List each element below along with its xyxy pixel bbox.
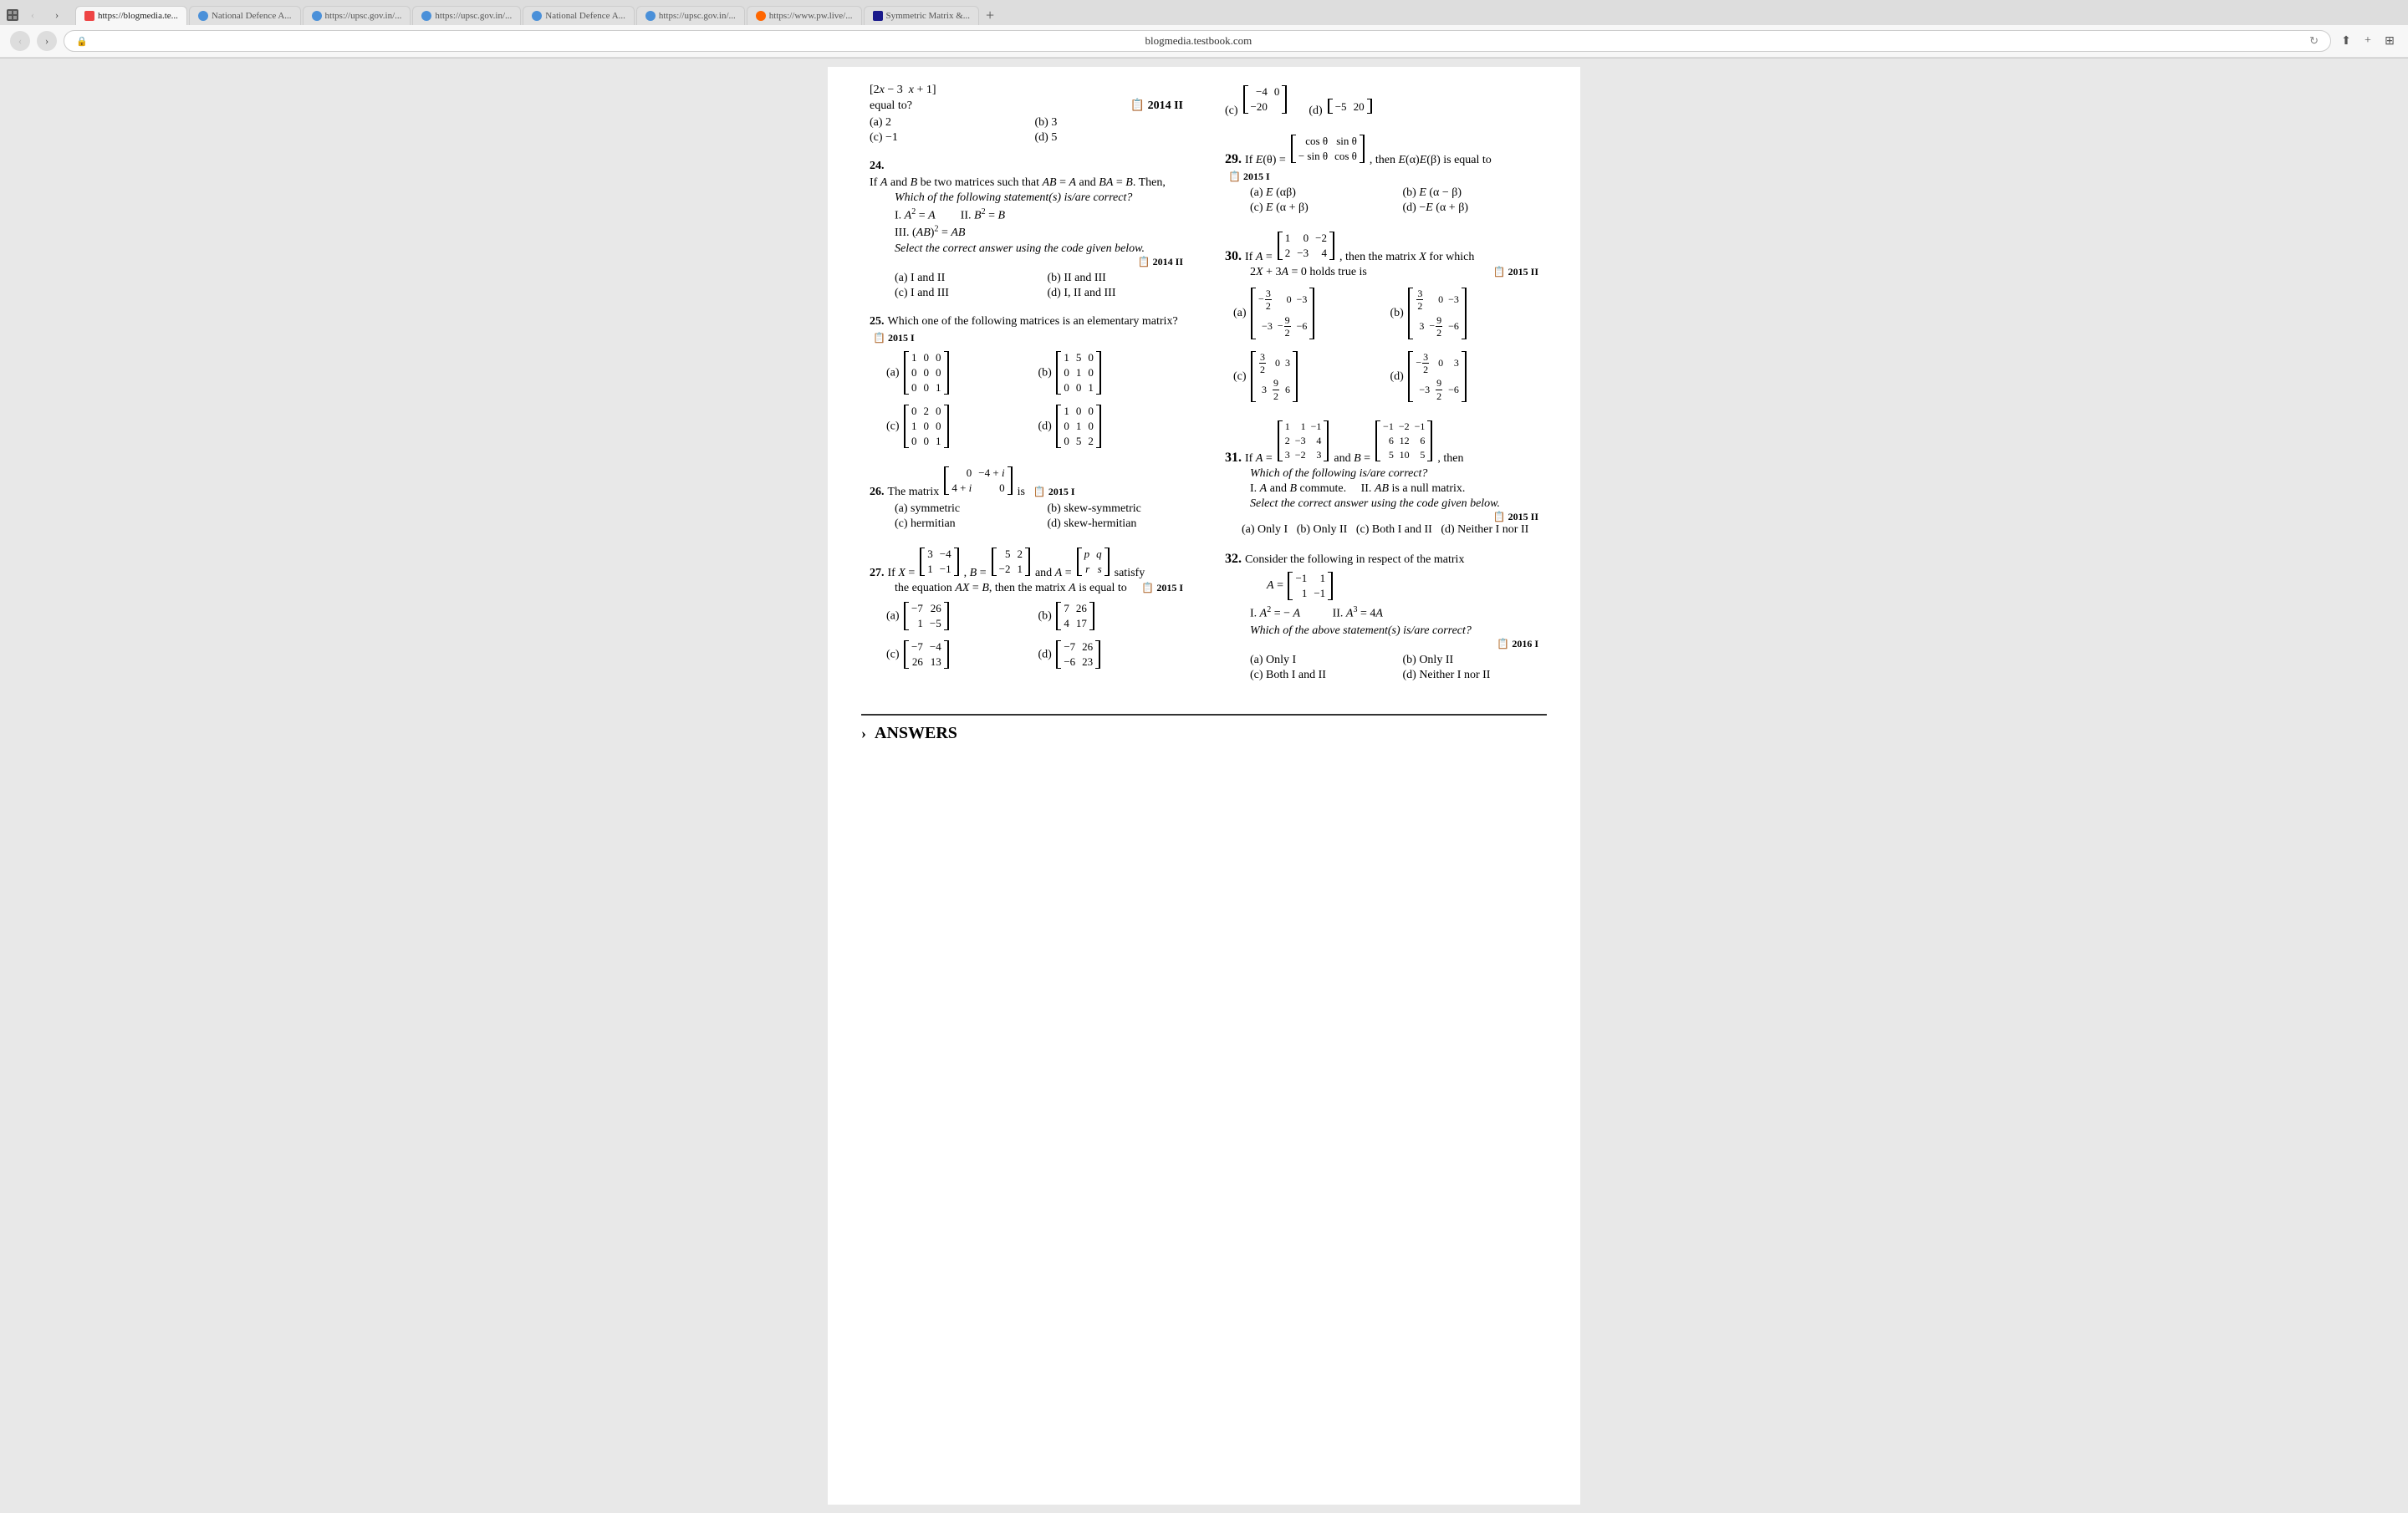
- window-controls: ‹ ›: [7, 5, 67, 25]
- refresh-icon[interactable]: ↻: [2309, 34, 2319, 48]
- tab-upsc1[interactable]: https://upsc.gov.in/...: [303, 6, 411, 25]
- add-tab-icon[interactable]: +: [2360, 33, 2376, 49]
- back-nav[interactable]: ‹: [10, 31, 30, 51]
- tab-favicon-u2: [532, 11, 542, 21]
- share-icon[interactable]: ⬆: [2338, 33, 2354, 49]
- tab-favicon-upsc2: [421, 11, 431, 21]
- question-31: 31. If A = 11−1 2−34 3−23 and B =: [1225, 419, 1538, 537]
- tab-favicon-pw: [756, 11, 766, 21]
- back-button[interactable]: ‹: [23, 5, 43, 25]
- tab-favicon-upsc3: [645, 11, 656, 21]
- answers-title: › ANSWERS: [861, 724, 1547, 743]
- forward-button[interactable]: ›: [47, 5, 67, 25]
- tab-favicon-b: [873, 11, 883, 21]
- tab-bar: ‹ › https://blogmedia.te... National Def…: [0, 0, 2408, 25]
- tab-upsc2[interactable]: https://upsc.gov.in/...: [412, 6, 521, 25]
- question-24: 24. If A and B be two matrices such that…: [870, 160, 1183, 300]
- tab-favicon-upsc1: [312, 11, 322, 21]
- tab-sym[interactable]: Symmetric Matrix &...: [864, 6, 980, 25]
- question-32: 32. Consider the following in respect of…: [1225, 552, 1538, 682]
- tab-upsc3[interactable]: https://upsc.gov.in/...: [636, 6, 745, 25]
- question-top-partial-right: (c) −40 −20 (d) −520: [1225, 84, 1538, 118]
- question-27: 27. If X = 3−4 1−1 , B =: [870, 546, 1183, 670]
- chevron-right-icon: ›: [861, 725, 866, 742]
- page-wrapper: [2x − 3 x + 1] equal to? 📋 2014 II (a) 2…: [0, 59, 2408, 1513]
- question-29: 29. If E(θ) = cos θsin θ − sin θcos θ , …: [1225, 133, 1538, 215]
- col-right: (c) −40 −20 (d) −520: [1217, 84, 1547, 697]
- toolbar: ‹ › 🔒 blogmedia.testbook.com ↻ ⬆ + ⊞: [0, 25, 2408, 58]
- col-left: [2x − 3 x + 1] equal to? 📋 2014 II (a) 2…: [861, 84, 1191, 697]
- tab-pw[interactable]: https://www.pw.live/...: [747, 6, 862, 25]
- forward-nav[interactable]: ›: [37, 31, 57, 51]
- question-30: 30. If A = 10−2 2−34 , then the matrix X…: [1225, 230, 1538, 404]
- question-top-partial: [2x − 3 x + 1] equal to? 📋 2014 II (a) 2…: [870, 84, 1183, 145]
- two-column-layout: [2x − 3 x + 1] equal to? 📋 2014 II (a) 2…: [861, 84, 1547, 697]
- page-content: [2x − 3 x + 1] equal to? 📋 2014 II (a) 2…: [828, 67, 1580, 1505]
- tab-favicon-blog: [84, 11, 94, 21]
- toolbar-actions: ⬆ + ⊞: [2338, 33, 2398, 49]
- tab-nda2[interactable]: National Defence A...: [523, 6, 635, 25]
- tab-blogmedia[interactable]: https://blogmedia.te...: [75, 6, 187, 25]
- question-25: 25. Which one of the following matrices …: [870, 315, 1183, 450]
- lock-icon: 🔒: [76, 36, 88, 47]
- answers-section: › ANSWERS: [861, 714, 1547, 743]
- grid-icon[interactable]: [7, 9, 18, 21]
- tab-nda1[interactable]: National Defence A...: [189, 6, 301, 25]
- partial-row: [2x − 3 x + 1]: [870, 84, 1183, 97]
- question-26: 26. The matrix 0−4 + i 4 + i0 is 📋 2015 …: [870, 465, 1183, 531]
- partial-options: (a) 2 (b) 3 (c) −1 (d) 5: [870, 116, 1183, 145]
- tab-favicon-u1: [198, 11, 208, 21]
- new-tab-button[interactable]: +: [986, 7, 994, 24]
- browser-chrome: ‹ › https://blogmedia.te... National Def…: [0, 0, 2408, 59]
- answers-heading: ANSWERS: [875, 724, 957, 743]
- tabs-icon[interactable]: ⊞: [2381, 33, 2398, 49]
- url-text: blogmedia.testbook.com: [93, 34, 2304, 48]
- address-bar[interactable]: 🔒 blogmedia.testbook.com ↻: [64, 30, 2331, 52]
